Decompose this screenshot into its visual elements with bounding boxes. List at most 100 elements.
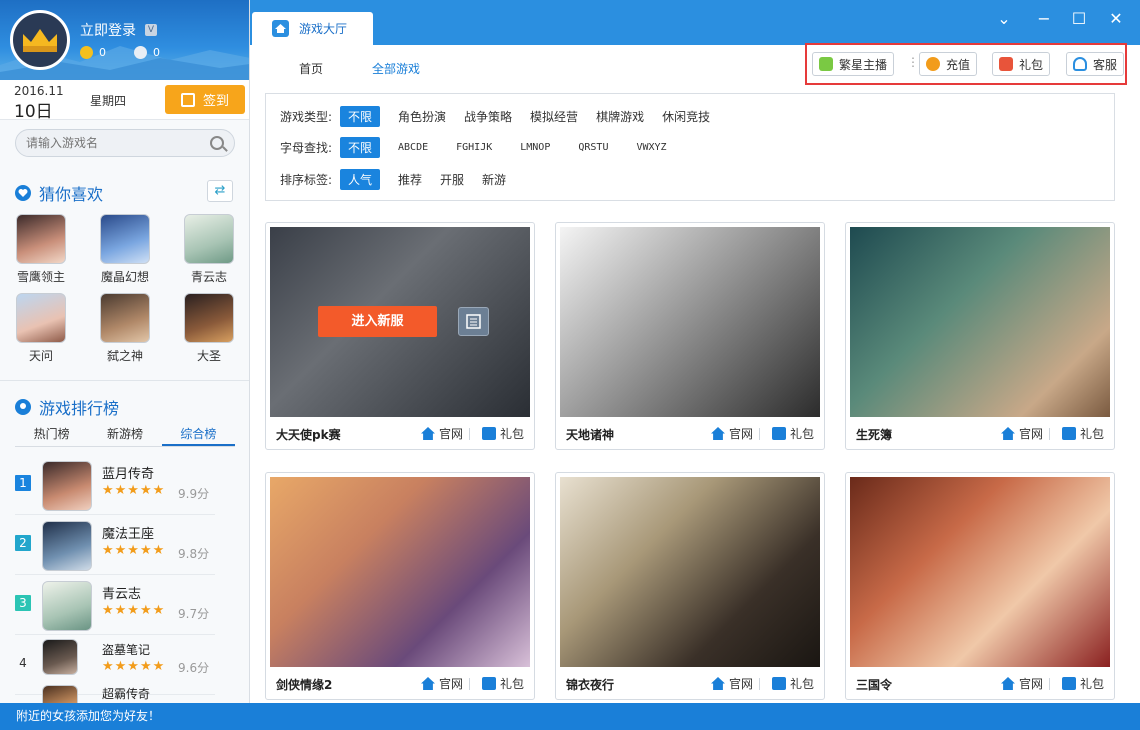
game-card[interactable]: 生死簿 官网 礼包 <box>845 222 1115 450</box>
restore-icon[interactable]: ☐ <box>1070 10 1088 28</box>
status-message[interactable]: 附近的女孩添加您为好友！ <box>16 709 160 723</box>
rank-game-name: 盗墓笔记 <box>102 641 150 658</box>
game-thumbnail <box>42 521 92 571</box>
filter-option[interactable]: 休闲竞技 <box>662 108 710 125</box>
fav-game-5[interactable]: 弑之神 <box>99 293 151 364</box>
signin-button[interactable]: 签到 <box>165 85 245 114</box>
rank-game-name: 蓝月传奇 <box>102 463 154 482</box>
close-icon[interactable]: ✕ <box>1107 10 1125 28</box>
ranking-row[interactable]: 3 青云志 ★★★★★ 9.7分 <box>15 575 215 635</box>
game-search <box>15 129 235 157</box>
divider <box>1049 428 1050 440</box>
official-site-link[interactable]: 官网 <box>711 675 753 692</box>
game-card-title: 生死簿 <box>856 426 892 443</box>
ranking-row[interactable]: 2 魔法王座 ★★★★★ 9.8分 <box>15 515 215 575</box>
fav-game-6[interactable]: 大圣 <box>183 293 235 364</box>
filter-option[interactable]: 模拟经营 <box>530 108 578 125</box>
ranking-row[interactable]: 超霸传奇 <box>15 683 215 703</box>
chevron-down-icon[interactable]: ⌄ <box>995 10 1013 28</box>
divider <box>469 428 470 440</box>
weekday: 星期四 <box>90 92 126 109</box>
filter-option[interactable]: 新游 <box>482 171 506 188</box>
game-card-title: 剑侠情缘2 <box>276 676 332 693</box>
recharge-label: 充值 <box>946 56 970 73</box>
filter-option[interactable]: 角色扮演 <box>398 108 446 125</box>
gift-link[interactable]: 礼包 <box>772 675 814 692</box>
filter-option[interactable]: 开服 <box>440 171 464 188</box>
filter-option[interactable]: 不限 <box>340 137 380 158</box>
ranking-header: 游戏排行榜 <box>15 395 119 419</box>
search-input[interactable] <box>16 130 196 156</box>
filter-option[interactable]: 推荐 <box>398 171 422 188</box>
gift-label: 礼包 <box>1080 425 1104 442</box>
official-site-link[interactable]: 官网 <box>711 425 753 442</box>
gift-icon <box>482 427 496 440</box>
fav-game-label: 弑之神 <box>99 347 151 364</box>
filter-option[interactable]: ABCDE <box>398 142 428 153</box>
star-rating-icon: ★★★★★ <box>102 659 165 674</box>
filter-option[interactable]: FGHIJK <box>456 142 492 153</box>
gift-link[interactable]: 礼包 <box>772 425 814 442</box>
tab-overall[interactable]: 综合榜 <box>162 425 235 446</box>
list-icon <box>459 308 488 335</box>
official-site-link[interactable]: 官网 <box>421 675 463 692</box>
enter-server-button[interactable]: 进入新服 <box>318 306 437 337</box>
tab-game-hall-label: 游戏大厅 <box>299 20 347 37</box>
detail-button[interactable] <box>458 307 489 336</box>
ranking-row[interactable]: 1 蓝月传奇 ★★★★★ 9.9分 <box>15 455 215 515</box>
gift-link[interactable]: 礼包 <box>482 675 524 692</box>
rank-score: 9.7分 <box>178 605 209 622</box>
game-card[interactable]: 进入新服 大天使pk赛 官网 礼包 <box>265 222 535 450</box>
gift-link[interactable]: 礼包 <box>1062 675 1104 692</box>
official-label: 官网 <box>1019 675 1043 692</box>
rank-game-name: 魔法王座 <box>102 523 154 542</box>
game-card-title: 三国令 <box>856 676 892 693</box>
game-thumbnail <box>100 214 150 264</box>
streamer-icon <box>819 57 833 71</box>
fav-game-4[interactable]: 天问 <box>15 293 67 364</box>
login-link[interactable]: 立即登录 <box>80 20 136 40</box>
official-site-link[interactable]: 官网 <box>1001 425 1043 442</box>
official-site-link[interactable]: 官网 <box>1001 675 1043 692</box>
fav-game-2[interactable]: 魔晶幻想 <box>99 214 151 285</box>
profile-banner: 立即登录 V 0 0 <box>0 0 249 80</box>
filter-option[interactable]: QRSTU <box>578 142 608 153</box>
game-card[interactable]: 锦衣夜行 官网 礼包 <box>555 472 825 700</box>
nav-home[interactable]: 首页 <box>299 60 323 77</box>
recharge-button[interactable]: 充值 <box>919 52 977 76</box>
tab-new[interactable]: 新游榜 <box>88 425 161 446</box>
gold-coin-counter: 0 <box>80 46 106 59</box>
service-label: 客服 <box>1093 56 1117 73</box>
game-thumbnail <box>16 293 66 343</box>
status-bar[interactable]: 附近的女孩添加您为好友！ <box>0 703 1140 730</box>
gift-link[interactable]: 礼包 <box>482 425 524 442</box>
filter-option[interactable]: 人气 <box>340 169 380 190</box>
avatar[interactable] <box>10 10 70 70</box>
fav-game-3[interactable]: 青云志 <box>183 214 235 285</box>
filter-option[interactable]: 不限 <box>340 106 380 127</box>
fav-game-1[interactable]: 雪鹰领主 <box>15 214 67 285</box>
filter-option[interactable]: 棋牌游戏 <box>596 108 644 125</box>
minimize-icon[interactable]: − <box>1035 10 1053 28</box>
game-card[interactable]: 天地诸神 官网 礼包 <box>555 222 825 450</box>
official-label: 官网 <box>439 675 463 692</box>
service-button[interactable]: 客服 <box>1066 52 1124 76</box>
gift-button[interactable]: 礼包 <box>992 52 1050 76</box>
search-icon[interactable] <box>210 136 224 150</box>
medal-icon <box>15 399 31 415</box>
game-card[interactable]: 三国令 官网 礼包 <box>845 472 1115 700</box>
home-icon <box>272 20 289 37</box>
gold-count: 0 <box>99 46 106 59</box>
streamer-button[interactable]: 繁星主播 <box>812 52 894 76</box>
official-site-link[interactable]: 官网 <box>421 425 463 442</box>
game-thumbnail <box>184 293 234 343</box>
tab-game-hall[interactable]: 游戏大厅 <box>252 12 373 45</box>
nav-all-games[interactable]: 全部游戏 <box>372 60 420 77</box>
filter-option[interactable]: 战争策略 <box>464 108 512 125</box>
gift-link[interactable]: 礼包 <box>1062 425 1104 442</box>
filter-option[interactable]: LMNOP <box>520 142 550 153</box>
filter-option[interactable]: VWXYZ <box>636 142 666 153</box>
game-card[interactable]: 剑侠情缘2 官网 礼包 <box>265 472 535 700</box>
tab-hot[interactable]: 热门榜 <box>15 425 88 446</box>
refresh-button[interactable]: ⇄ <box>207 180 233 202</box>
